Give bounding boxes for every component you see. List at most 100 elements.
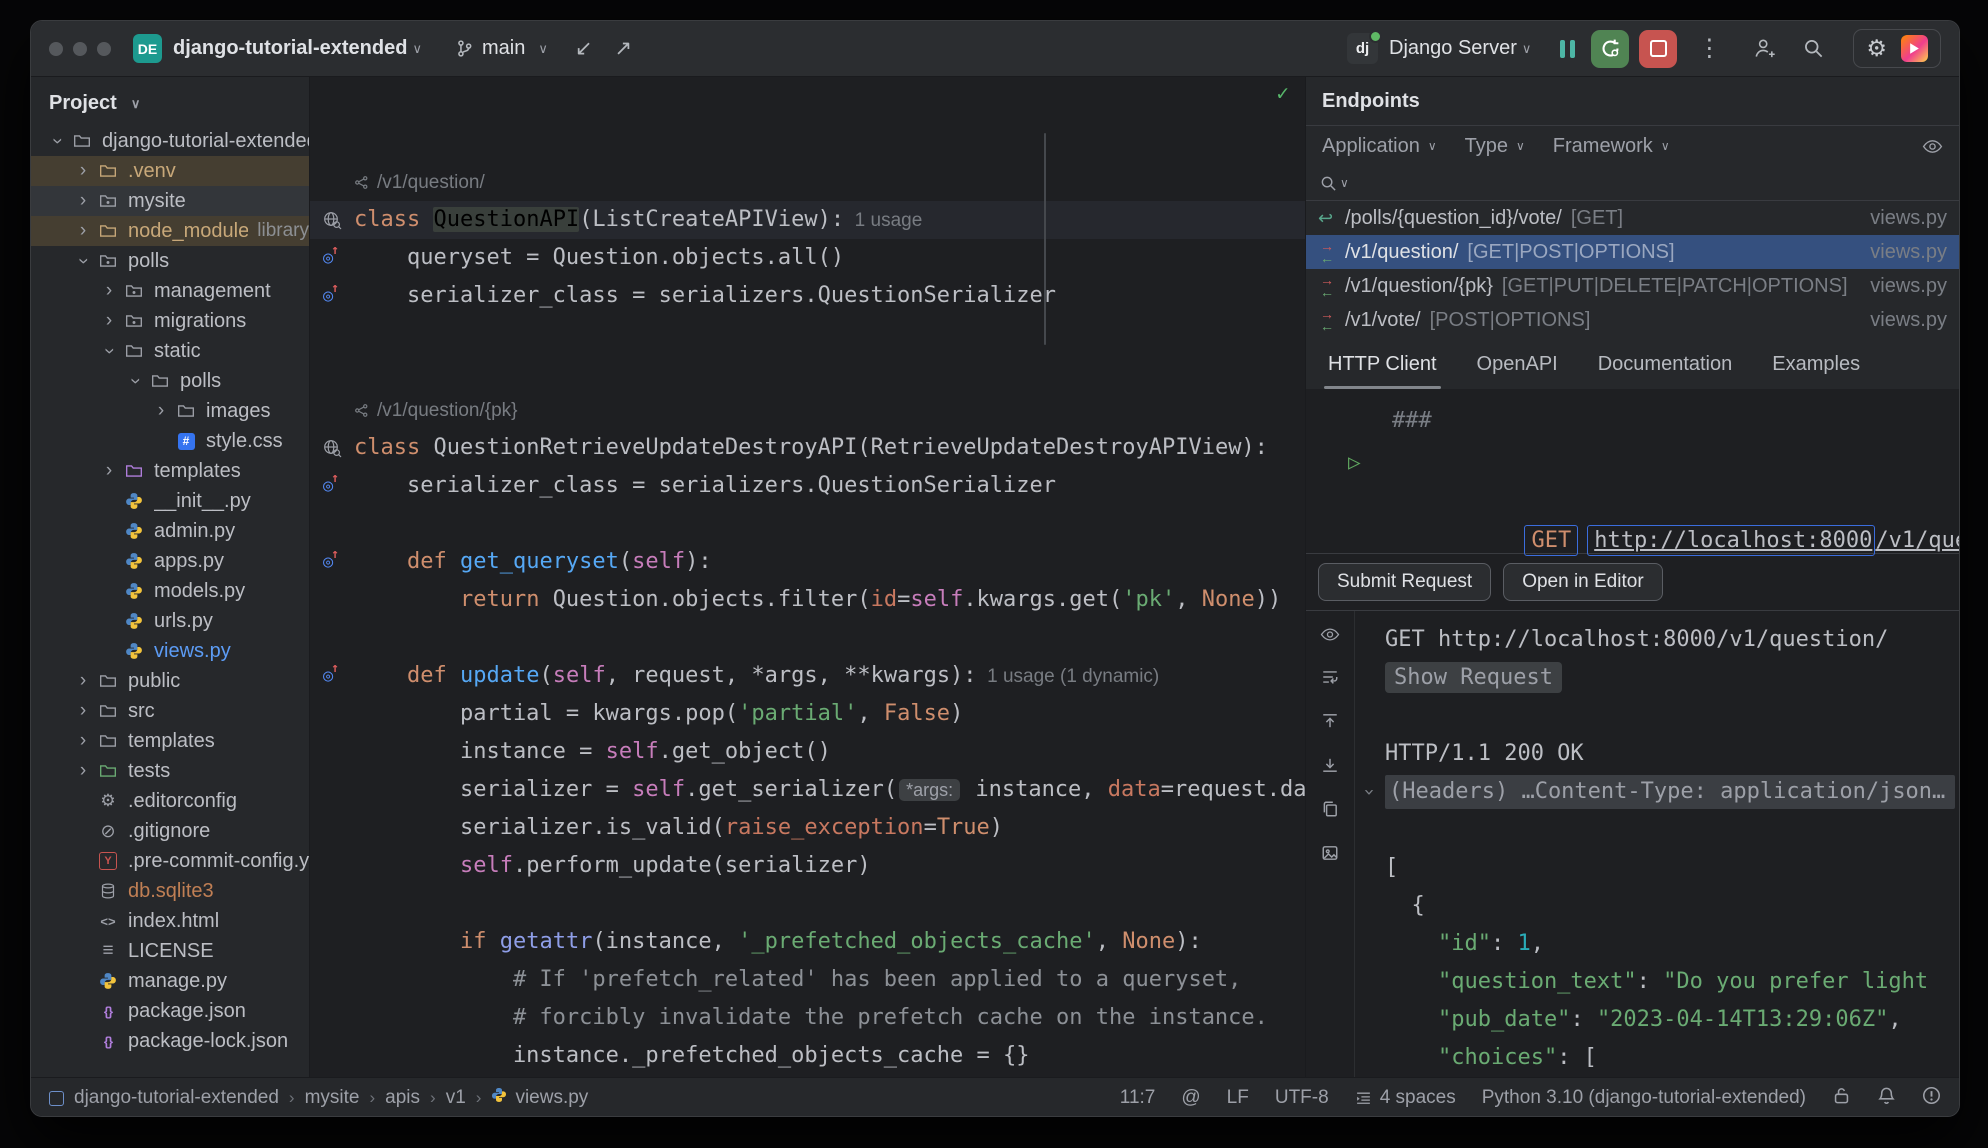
maximize-window-icon[interactable] <box>97 42 111 56</box>
tree-item[interactable]: ›static <box>31 336 309 366</box>
chevron-icon[interactable]: › <box>71 190 95 212</box>
chevron-icon[interactable]: › <box>97 310 121 332</box>
code-editor[interactable]: /v1/question/class QuestionAPI(ListCreat… <box>310 77 1305 1077</box>
filter-application[interactable]: Application∨ <box>1322 135 1437 158</box>
tree-item[interactable]: ›public <box>31 666 309 696</box>
code-line[interactable] <box>310 125 1305 163</box>
settings-gear-icon[interactable]: ⚙ <box>1866 35 1887 62</box>
tab-examples[interactable]: Examples <box>1772 353 1860 389</box>
code-line[interactable]: class QuestionRetrieveUpdateDestroyAPI(R… <box>310 429 1305 467</box>
breadcrumb-item[interactable]: django-tutorial-extended <box>74 1087 279 1109</box>
fold-arrow-icon[interactable]: › <box>1355 786 1389 797</box>
code-line[interactable]: ◎↑ def update(self, request, *args, **kw… <box>310 657 1305 695</box>
tree-item[interactable]: ›{ }package.json <box>31 996 309 1026</box>
http-path[interactable]: /v1/question/ <box>1875 528 1960 553</box>
file-encoding[interactable]: UTF-8 <box>1275 1087 1329 1109</box>
code-line[interactable]: instance = self.get_object() <box>310 733 1305 771</box>
tree-item[interactable]: ›≡LICENSE <box>31 936 309 966</box>
chevron-icon[interactable]: › <box>149 400 173 422</box>
notifications-button[interactable] <box>1877 1086 1896 1111</box>
tree-item[interactable]: ›polls <box>31 366 309 396</box>
endpoint-row[interactable]: →←/v1/vote/[POST|OPTIONS]views.py <box>1306 303 1959 337</box>
code-line[interactable] <box>310 505 1305 543</box>
filter-type[interactable]: Type∨ <box>1465 135 1525 158</box>
run-config-name[interactable]: Django Server <box>1389 37 1517 60</box>
http-client-editor[interactable]: ### ▷ GEThttp://localhost:8000/v1/questi… <box>1306 389 1959 553</box>
tree-item[interactable]: ›models.py <box>31 576 309 606</box>
code-line[interactable]: class QuestionAPI(ListCreateAPIView): 1 … <box>310 201 1305 239</box>
search-everywhere-button[interactable] <box>1803 38 1824 59</box>
code-line[interactable]: # If 'prefetch_related' has been applied… <box>310 961 1305 999</box>
http-method[interactable]: GET <box>1524 525 1578 556</box>
override-gutter-icon[interactable]: ◎↑ <box>316 543 348 581</box>
code-line[interactable] <box>310 353 1305 391</box>
http-host[interactable]: http://localhost:8000 <box>1587 525 1875 556</box>
chevron-icon[interactable]: › <box>98 339 120 363</box>
override-gutter-icon[interactable]: ◎↑ <box>316 277 348 315</box>
endpoint-row[interactable]: →←/v1/question/{pk}[GET|PUT|DELETE|PATCH… <box>1306 269 1959 303</box>
folded-headers[interactable]: (Headers) …Content-Type: application/jso… <box>1385 775 1955 809</box>
python-interpreter[interactable]: Python 3.10 (django-tutorial-extended) <box>1482 1087 1806 1109</box>
run-request-icon[interactable]: ▷ <box>1348 442 1361 482</box>
rerun-button[interactable] <box>1591 30 1629 68</box>
code-line[interactable]: self.perform_update(serializer) <box>310 847 1305 885</box>
tree-item[interactable]: ›manage.py <box>31 966 309 996</box>
chevron-icon[interactable]: › <box>46 129 68 153</box>
lock-button[interactable] <box>1832 1086 1851 1111</box>
tab-documentation[interactable]: Documentation <box>1598 353 1733 389</box>
tree-item[interactable]: ›tests <box>31 756 309 786</box>
tab-http-client[interactable]: HTTP Client <box>1328 353 1437 389</box>
chevron-icon[interactable]: › <box>71 220 95 242</box>
chevron-icon[interactable]: › <box>71 160 95 182</box>
open-in-editor-button[interactable]: Open in Editor <box>1503 563 1662 601</box>
code-line[interactable]: /v1/question/{pk} <box>310 391 1305 429</box>
tree-item[interactable]: ›polls <box>31 246 309 276</box>
tree-item[interactable]: ›migrations <box>31 306 309 336</box>
tree-item[interactable]: ›images <box>31 396 309 426</box>
code-line[interactable]: ◎↑ queryset = Question.objects.all() <box>310 239 1305 277</box>
tree-item[interactable]: ›management <box>31 276 309 306</box>
filter-framework[interactable]: Framework∨ <box>1553 135 1670 158</box>
indent-widget[interactable]: 4 spaces <box>1355 1087 1456 1109</box>
push-icon[interactable]: ↗ <box>614 36 632 61</box>
minimize-window-icon[interactable] <box>73 42 87 56</box>
tree-item[interactable]: ›⚙.editorconfig <box>31 786 309 816</box>
chevron-icon[interactable]: › <box>97 280 121 302</box>
scroll-to-bottom-icon[interactable] <box>1321 756 1339 779</box>
stop-button[interactable] <box>1639 30 1677 68</box>
ai-assistant-icon[interactable] <box>1901 35 1928 62</box>
project-tree-header[interactable]: Project ∨ <box>31 77 309 126</box>
endpoint-row[interactable]: ↩/polls/{question_id}/vote/[GET]views.py <box>1306 201 1959 235</box>
editor-scrollbar[interactable] <box>1044 133 1046 345</box>
code-line[interactable] <box>310 885 1305 923</box>
tree-item[interactable]: ›urls.py <box>31 606 309 636</box>
override-gutter-icon[interactable]: ◎↑ <box>316 467 348 505</box>
code-with-me-button[interactable] <box>1754 38 1777 59</box>
chevron-icon[interactable]: › <box>97 460 121 482</box>
code-line[interactable]: ◎↑ serializer_class = serializers.Questi… <box>310 467 1305 505</box>
tree-item[interactable]: ›django-tutorial-extended <box>31 126 309 156</box>
endpoints-search-field[interactable]: ∨ <box>1306 166 1959 201</box>
code-line[interactable]: ◎↑ serializer_class = serializers.Questi… <box>310 277 1305 315</box>
tree-item[interactable]: ›Y.pre-commit-config.yaml <box>31 846 309 876</box>
chevron-icon[interactable]: › <box>71 730 95 752</box>
code-line[interactable]: serializer = self.get_serializer(*args: … <box>310 771 1305 809</box>
tree-item[interactable]: ›mysite <box>31 186 309 216</box>
tree-item[interactable]: ›db.sqlite3 <box>31 876 309 906</box>
eye-icon[interactable] <box>1320 627 1340 647</box>
tree-item[interactable]: ›#style.css <box>31 426 309 456</box>
tree-item[interactable]: ›node_moduleslibrary <box>31 216 309 246</box>
inspections-ok-icon[interactable]: ✓ <box>1276 81 1289 105</box>
breadcrumb-file[interactable]: views.py <box>491 1087 588 1109</box>
view-options-button[interactable] <box>1922 139 1943 154</box>
endpoint-row[interactable]: →←/v1/question/[GET|POST|OPTIONS]views.p… <box>1306 235 1959 269</box>
update-project-icon[interactable]: ↙ <box>575 36 593 61</box>
code-line[interactable]: ◎↑ def get_queryset(self): <box>310 543 1305 581</box>
chevron-icon[interactable]: › <box>71 670 95 692</box>
caret-position[interactable]: 11:7 <box>1120 1087 1156 1109</box>
inspection-widget-icon[interactable]: @ <box>1181 1087 1200 1109</box>
code-line[interactable] <box>310 315 1305 353</box>
tree-item[interactable]: ›<>index.html <box>31 906 309 936</box>
pause-button[interactable] <box>1560 40 1575 58</box>
code-line[interactable] <box>310 619 1305 657</box>
